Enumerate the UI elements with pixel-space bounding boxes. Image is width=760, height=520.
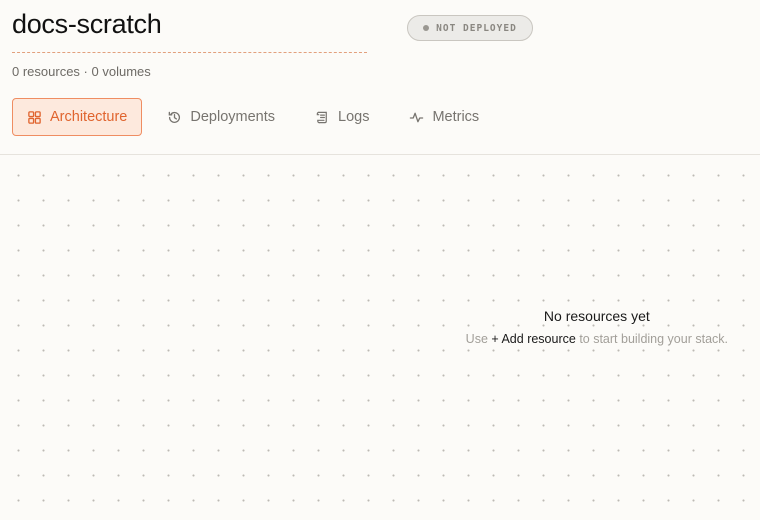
add-resource-link[interactable]: + Add resource	[491, 332, 575, 346]
tab-deployments[interactable]: Deployments	[152, 98, 290, 136]
empty-hint-prefix: Use	[465, 332, 488, 346]
tab-architecture-label: Architecture	[50, 109, 128, 125]
empty-state-title: No resources yet	[543, 308, 650, 324]
tab-architecture[interactable]: Architecture	[12, 98, 143, 136]
empty-hint-suffix: to start building your stack.	[579, 332, 728, 346]
resource-count: 0 resources	[12, 64, 80, 79]
project-title[interactable]: docs-scratch	[12, 9, 162, 40]
tab-logs-label: Logs	[338, 109, 370, 125]
empty-state: No resources yet Use + Add resource to s…	[466, 308, 728, 346]
title-underline	[12, 52, 367, 53]
history-icon	[167, 110, 182, 125]
project-header: docs-scratch NOT DEPLOYED 0 resources · …	[0, 0, 760, 155]
deployment-status-badge: NOT DEPLOYED	[407, 15, 533, 41]
tab-metrics[interactable]: Metrics	[394, 98, 494, 136]
grid-icon	[27, 110, 42, 125]
status-dot-icon	[423, 25, 430, 31]
empty-state-hint: Use + Add resource to start building you…	[466, 332, 728, 346]
tab-metrics-label: Metrics	[432, 109, 480, 125]
tab-bar: Architecture Deployments Logs Metrics	[12, 98, 494, 136]
meta-separator: ·	[83, 64, 88, 79]
status-badge-label: NOT DEPLOYED	[436, 22, 517, 34]
tab-deployments-label: Deployments	[190, 109, 275, 125]
scroll-icon	[315, 110, 330, 125]
activity-icon	[409, 110, 424, 125]
tab-logs[interactable]: Logs	[300, 98, 384, 136]
volume-count: 0 volumes	[91, 64, 151, 79]
project-meta: 0 resources · 0 volumes	[12, 64, 151, 79]
